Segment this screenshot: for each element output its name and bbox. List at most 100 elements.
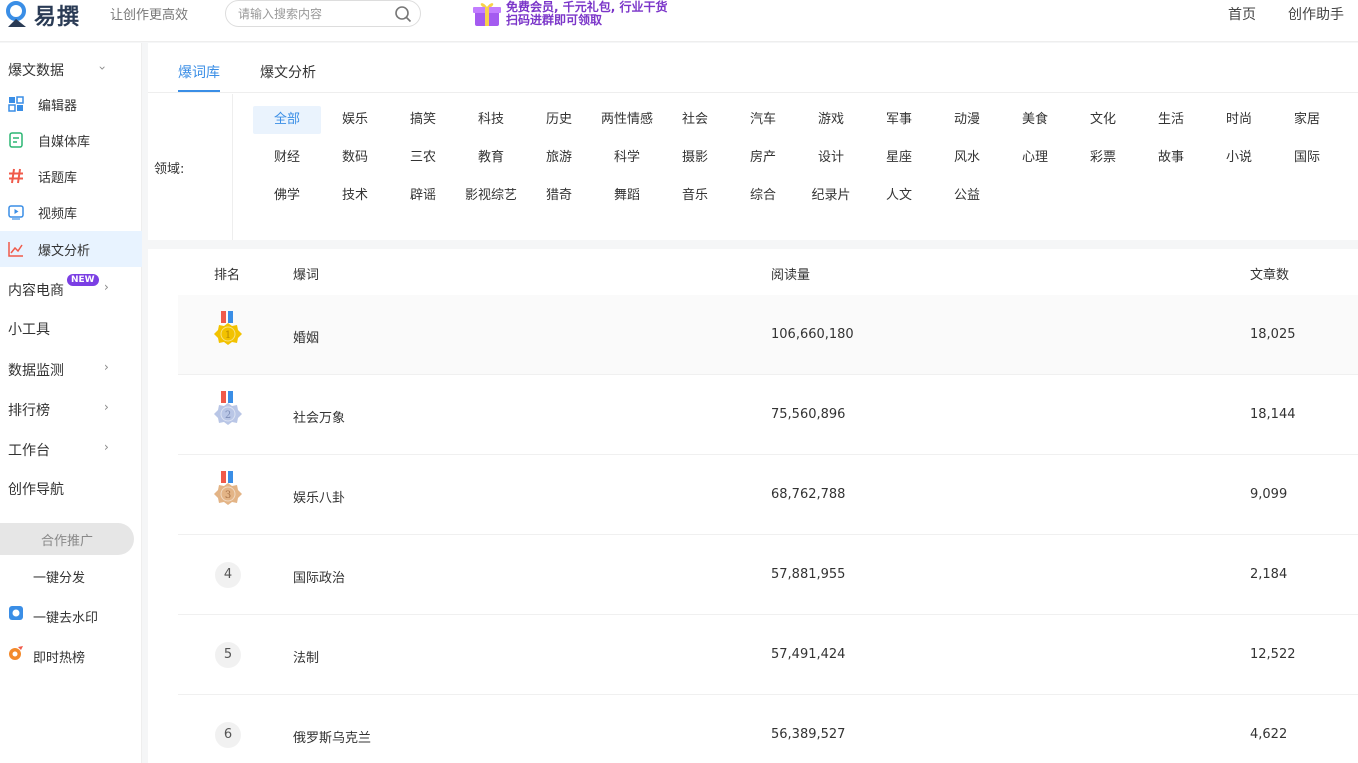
sidebar-item-topics[interactable]: 话题库 [0, 158, 142, 194]
tab-bar: 爆词库 爆文分析 [148, 43, 1358, 93]
table-header: 排名 爆词 阅读量 文章数 [178, 249, 1358, 295]
table-row[interactable]: 1 婚姻 106,660,180 18,025 [178, 295, 1358, 375]
chevron-down-icon[interactable]: › [95, 66, 109, 71]
chevron-right-icon[interactable]: › [104, 400, 109, 414]
tab-baowen-analysis[interactable]: 爆文分析 [260, 62, 316, 82]
domain-chip[interactable]: 技术 [321, 182, 389, 210]
domain-chip[interactable]: 军事 [865, 106, 933, 134]
search-input[interactable] [238, 5, 388, 23]
hot-word-cell[interactable]: 法制 [293, 647, 319, 666]
domain-chip[interactable]: 国际 [1273, 144, 1341, 172]
table-row[interactable]: 6 俄罗斯乌克兰 56,389,527 4,622 [178, 695, 1358, 763]
medal-rank-number: 3 [225, 490, 231, 501]
domain-chip[interactable]: 风水 [933, 144, 1001, 172]
hot-word-cell[interactable]: 国际政治 [293, 567, 345, 586]
table-row[interactable]: 5 法制 57,491,424 12,522 [178, 615, 1358, 695]
chevron-right-icon[interactable]: › [104, 360, 109, 374]
domain-chip[interactable]: 历史 [525, 106, 593, 134]
hot-word-cell[interactable]: 俄罗斯乌克兰 [293, 727, 371, 746]
domain-chip[interactable]: 文化 [1069, 106, 1137, 134]
articles-cell: 9,099 [1250, 487, 1288, 502]
domain-chip[interactable]: 心理 [1001, 144, 1069, 172]
domain-chip[interactable]: 三农 [389, 144, 457, 172]
hot-word-cell[interactable]: 社会万象 [293, 407, 345, 426]
domain-chip[interactable]: 家居 [1273, 106, 1341, 134]
nav-home[interactable]: 首页 [1228, 4, 1256, 24]
domain-chip[interactable]: 搞笑 [389, 106, 457, 134]
domain-filter: 领域: 全部 娱乐 搞笑 科技 历史 两性情感 社会 汽车 游戏 军事 动漫 美食 文化 生活 时尚 家居 财经… [148, 94, 1358, 240]
sidebar-group-ranking[interactable]: 排行榜 [8, 400, 50, 420]
domain-chip[interactable]: 摄影 [661, 144, 729, 172]
domain-chip[interactable]: 科学 [593, 144, 661, 172]
sidebar-item-videos[interactable]: 视频库 [0, 194, 142, 230]
promo-line-2: 扫码进群即可领取 [506, 13, 603, 27]
domain-chip[interactable]: 故事 [1137, 144, 1205, 172]
domain-chip[interactable]: 娱乐 [321, 106, 389, 134]
reads-cell: 57,881,955 [771, 567, 846, 582]
table-row[interactable]: 3 娱乐八卦 68,762,788 9,099 [178, 455, 1358, 535]
logo[interactable]: 易撰 [4, 0, 80, 30]
sidebar: 爆文数据 › 编辑器 自媒体库 话题库 视频库 爆文分析 内容电商 NEW › … [0, 43, 142, 763]
domain-chip[interactable]: 设计 [797, 144, 865, 172]
hot-word-cell[interactable]: 婚姻 [293, 327, 319, 346]
nav-creation-assistant[interactable]: 创作助手 [1288, 4, 1344, 24]
domain-chip[interactable]: 房产 [729, 144, 797, 172]
domain-chip[interactable]: 汽车 [729, 106, 797, 134]
chevron-right-icon[interactable]: › [104, 280, 109, 294]
sidebar-item-editor[interactable]: 编辑器 [0, 86, 142, 122]
domain-chip[interactable]: 猎奇 [525, 182, 593, 210]
domain-chip[interactable]: 旅游 [525, 144, 593, 172]
search-icon[interactable] [394, 5, 412, 23]
remove-watermark-link[interactable]: 一键去水印 [33, 607, 98, 626]
sidebar-group-monitor[interactable]: 数据监测 [8, 360, 64, 380]
domain-chip[interactable]: 美食 [1001, 106, 1069, 134]
sidebar-group-workbench[interactable]: 工作台 [8, 440, 50, 460]
domain-chip[interactable]: 佛学 [253, 182, 321, 210]
domain-chip[interactable]: 动漫 [933, 106, 1001, 134]
domain-chip[interactable]: 音乐 [661, 182, 729, 210]
top-header: 易撰 让创作更高效 免费会员, 千元礼包, 行业干货 扫码进群即可领取 首页 创… [0, 0, 1358, 42]
domain-chip[interactable]: 财经 [253, 144, 321, 172]
hot-word-cell[interactable]: 娱乐八卦 [293, 487, 345, 506]
domain-chip[interactable]: 游戏 [797, 106, 865, 134]
domain-chip[interactable]: 人文 [865, 182, 933, 210]
chevron-right-icon[interactable]: › [104, 440, 109, 454]
domain-chip[interactable]: 教育 [457, 144, 525, 172]
domain-chip[interactable]: 辟谣 [389, 182, 457, 210]
one-click-distribute-link[interactable]: 一键分发 [33, 567, 85, 586]
domain-chip[interactable]: 舞蹈 [593, 182, 661, 210]
table-row[interactable]: 4 国际政治 57,881,955 2,184 [178, 535, 1358, 615]
reads-cell: 106,660,180 [771, 327, 854, 342]
domain-chip[interactable]: 彩票 [1069, 144, 1137, 172]
articles-cell: 12,522 [1250, 647, 1296, 662]
sidebar-item-baowen-analysis[interactable]: 爆文分析 [0, 231, 142, 267]
domain-chip[interactable]: 公益 [933, 182, 1001, 210]
table-row[interactable]: 2 社会万象 75,560,896 18,144 [178, 375, 1358, 455]
articles-cell: 18,144 [1250, 407, 1296, 422]
sidebar-group-ecommerce[interactable]: 内容电商 [8, 280, 64, 300]
active-tab-indicator [178, 90, 220, 92]
domain-chip[interactable]: 全部 [253, 106, 321, 134]
domain-chip[interactable]: 纪录片 [797, 182, 865, 210]
domain-chip[interactable]: 影视综艺 [457, 182, 525, 210]
promo-banner[interactable]: 免费会员, 千元礼包, 行业干货 扫码进群即可领取 [472, 0, 698, 28]
sidebar-group-baowen[interactable]: 爆文数据 [8, 60, 64, 80]
hot-words-table: 排名 爆词 阅读量 文章数 1 婚姻 106,660,180 18,025 2 社会万象 7… [178, 249, 1358, 763]
sidebar-group-creation-nav[interactable]: 创作导航 [8, 479, 64, 499]
sidebar-group-tools[interactable]: 小工具 [8, 319, 50, 339]
sidebar-item-media-library[interactable]: 自媒体库 [0, 122, 142, 158]
domain-chip[interactable]: 星座 [865, 144, 933, 172]
realtime-hot-list-link[interactable]: 即时热榜 [33, 647, 85, 666]
domain-chip[interactable]: 科技 [457, 106, 525, 134]
domain-chip[interactable]: 小说 [1205, 144, 1273, 172]
domain-chip[interactable]: 时尚 [1205, 106, 1273, 134]
domain-chip[interactable]: 社会 [661, 106, 729, 134]
domain-chip[interactable]: 两性情感 [593, 106, 661, 134]
domain-chip[interactable]: 数码 [321, 144, 389, 172]
cooperation-promo-button[interactable]: 合作推广 [0, 523, 134, 555]
reads-cell: 68,762,788 [771, 487, 846, 502]
domain-chip[interactable]: 生活 [1137, 106, 1205, 134]
domain-chip[interactable]: 综合 [729, 182, 797, 210]
tab-hot-words[interactable]: 爆词库 [178, 62, 220, 82]
grid-icon [8, 96, 24, 112]
